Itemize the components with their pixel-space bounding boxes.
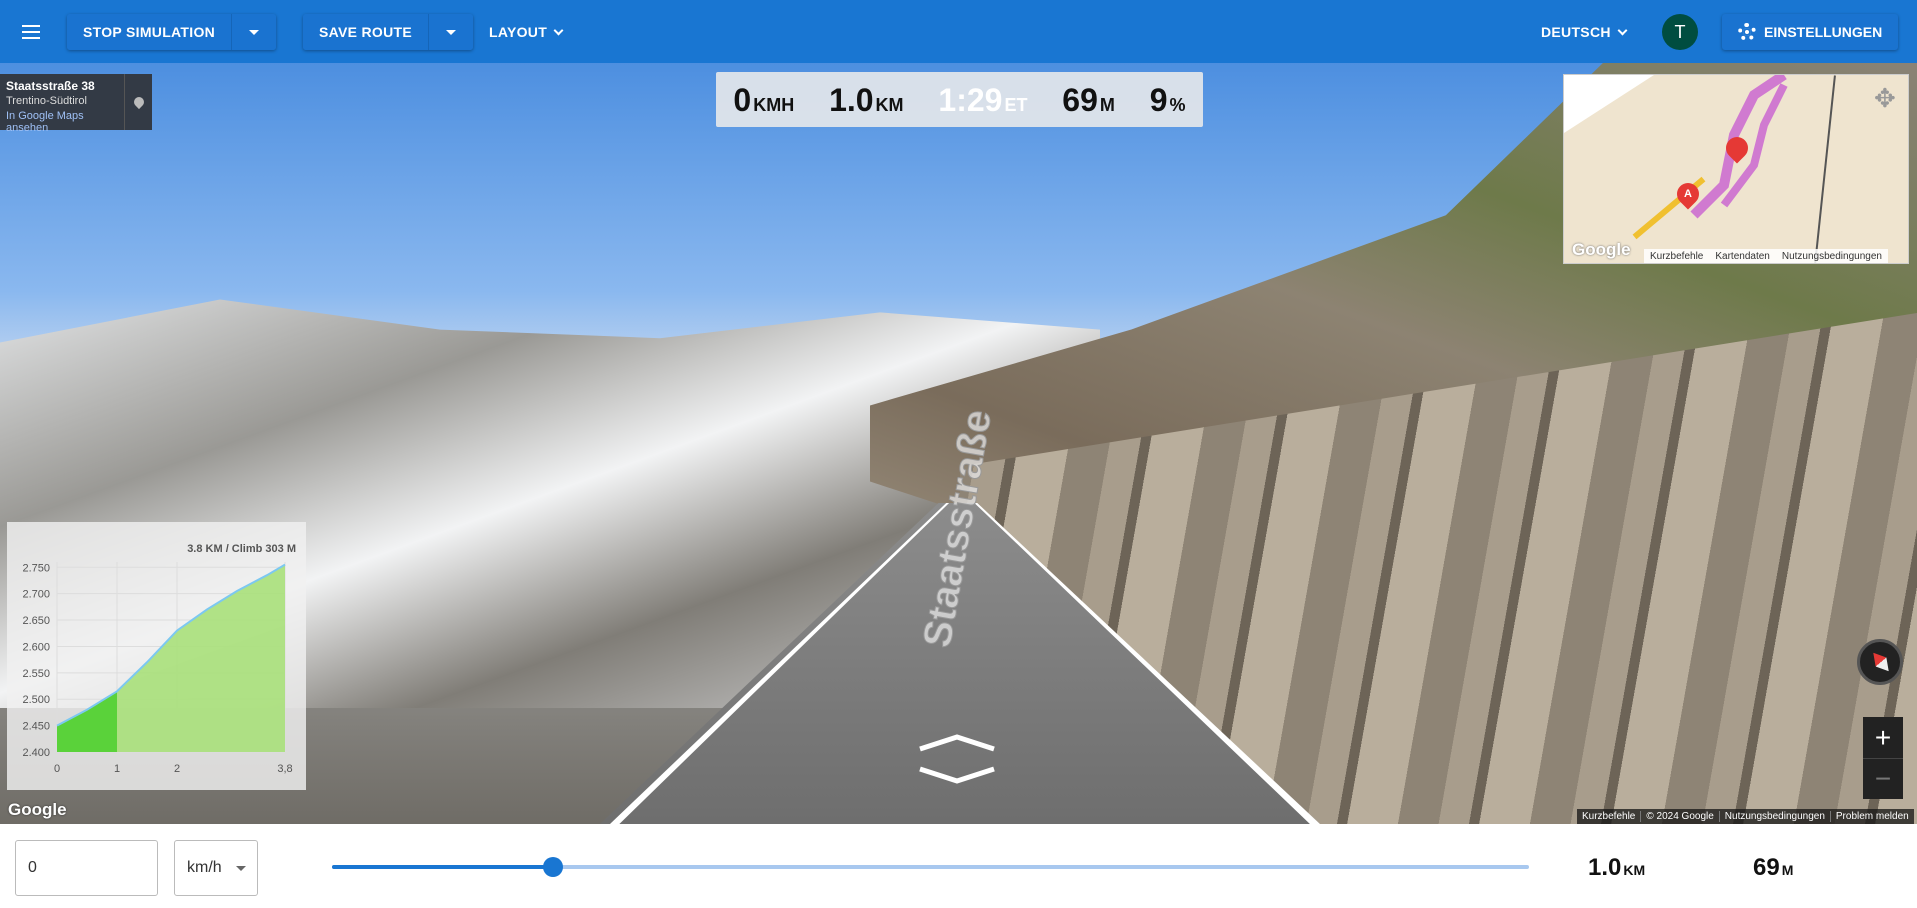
zoom-out-button[interactable]: −	[1863, 758, 1903, 799]
speed-stat: 0 KMH	[733, 82, 795, 118]
map-data-link[interactable]: Kartendaten	[1715, 251, 1770, 262]
x-tick-label: 0	[54, 763, 60, 775]
language-label: DEUTSCH	[1541, 24, 1611, 40]
y-tick-label: 2.450	[22, 721, 50, 733]
distance-stat: 1.0 KM	[829, 82, 904, 118]
zoom-control: + −	[1863, 717, 1903, 799]
stats-panel: 0 KMH 1.0 KM 1:29 ET 69 M 9%	[716, 72, 1203, 127]
chevron-down-icon	[1617, 25, 1628, 35]
move-backward-arrow-icon[interactable]	[919, 766, 995, 784]
unit-select-value: km/h	[187, 859, 222, 876]
y-tick-label: 2.700	[22, 589, 50, 601]
x-tick-label: 2	[174, 763, 180, 775]
location-pin-button[interactable]	[124, 74, 152, 130]
layout-label: LAYOUT	[489, 24, 548, 40]
attribution-bar: Kurzbefehle © 2024 Google Nutzungsbeding…	[1577, 809, 1914, 824]
zoom-in-button[interactable]: +	[1863, 717, 1903, 758]
top-toolbar: STOP SIMULATION SAVE ROUTE LAYOUT DEUTSC…	[0, 0, 1917, 63]
save-route-dropdown[interactable]	[428, 14, 473, 50]
minimap-footer: Kurzbefehle Kartendaten Nutzungsbedingun…	[1644, 249, 1888, 263]
copyright-text: © 2024 Google	[1641, 811, 1720, 822]
caret-down-icon	[445, 29, 456, 35]
speed-input[interactable]: 0	[15, 840, 158, 896]
map-border-line	[1814, 75, 1836, 263]
location-region: Trentino-Südtirol	[6, 95, 87, 107]
stop-simulation-dropdown[interactable]	[232, 14, 277, 50]
location-card: Staatsstraße 38 Trentino-Südtirol In Goo…	[0, 74, 124, 134]
user-avatar[interactable]: T	[1662, 14, 1698, 50]
y-tick-label: 2.550	[22, 668, 50, 680]
stop-simulation-button[interactable]: STOP SIMULATION	[67, 14, 233, 50]
route-progress-fill	[332, 865, 554, 869]
shortcuts-link[interactable]: Kurzbefehle	[1577, 811, 1642, 822]
map-area	[1564, 75, 1654, 133]
y-tick-label: 2.400	[22, 747, 50, 759]
google-logo: Google	[1572, 240, 1631, 259]
language-select[interactable]: DEUTSCH	[1541, 14, 1628, 50]
minimap[interactable]: A ✥ Google Kurzbefehle Kartendaten Nutzu…	[1563, 74, 1909, 264]
move-arrows-icon[interactable]: ✥	[1874, 83, 1896, 114]
google-logo: Google	[8, 800, 67, 819]
stop-simulation-group: STOP SIMULATION	[67, 14, 277, 50]
elevation-stat: 69 M	[1062, 82, 1115, 118]
navigation-arrows[interactable]	[912, 731, 1002, 791]
save-route-button[interactable]: SAVE ROUTE	[303, 14, 429, 50]
open-in-google-maps-link[interactable]: In Google Maps ansehen	[6, 110, 118, 134]
map-pin-icon	[131, 94, 146, 110]
grade-stat: 9%	[1149, 82, 1186, 118]
layout-menu-button[interactable]: LAYOUT	[489, 14, 564, 50]
x-tick-label: 1	[114, 763, 120, 775]
caret-down-icon	[235, 865, 246, 871]
settings-label: EINSTELLUNGEN	[1764, 24, 1883, 40]
route-progress-thumb[interactable]	[543, 857, 564, 877]
hamburger-menu-icon[interactable]	[18, 18, 46, 46]
elapsed-time-stat: 1:29 ET	[938, 82, 1028, 118]
caret-down-icon	[249, 29, 260, 35]
settings-button[interactable]: EINSTELLUNGEN	[1722, 14, 1899, 50]
bottom-distance: 1.0 KM	[1588, 854, 1646, 881]
unit-select[interactable]: km/h	[174, 840, 258, 896]
elevation-chart-svg: 3.8 KM / Climb 303 M 2.400 2.450 2.500 2.550…	[22, 543, 296, 775]
save-route-group: SAVE ROUTE	[303, 14, 473, 50]
y-tick-label: 2.750	[22, 562, 50, 574]
gear-icon	[1738, 23, 1756, 41]
y-tick-label: 2.650	[22, 615, 50, 627]
report-problem-link[interactable]: Problem melden	[1831, 811, 1914, 822]
location-title: Staatsstraße 38	[6, 79, 95, 93]
chevron-down-icon	[553, 25, 564, 35]
shortcuts-link[interactable]: Kurzbefehle	[1650, 251, 1703, 262]
terms-link[interactable]: Nutzungsbedingungen	[1782, 251, 1882, 262]
y-tick-label: 2.600	[22, 641, 50, 653]
compass-icon[interactable]	[1857, 639, 1903, 685]
bottom-elevation: 69 M	[1753, 854, 1794, 881]
elevation-chart-header: 3.8 KM / Climb 303 M	[187, 543, 296, 555]
bottom-bar: 0 km/h 1.0 KM 69 M	[0, 824, 1917, 908]
terms-link[interactable]: Nutzungsbedingungen	[1720, 811, 1831, 822]
start-marker-label: A	[1684, 188, 1692, 201]
y-tick-label: 2.500	[22, 694, 50, 706]
elevation-chart: 3.8 KM / Climb 303 M 2.400 2.450 2.500 2.550…	[7, 522, 306, 790]
move-forward-arrow-icon[interactable]	[919, 734, 995, 752]
x-tick-label: 3,8	[277, 763, 292, 775]
